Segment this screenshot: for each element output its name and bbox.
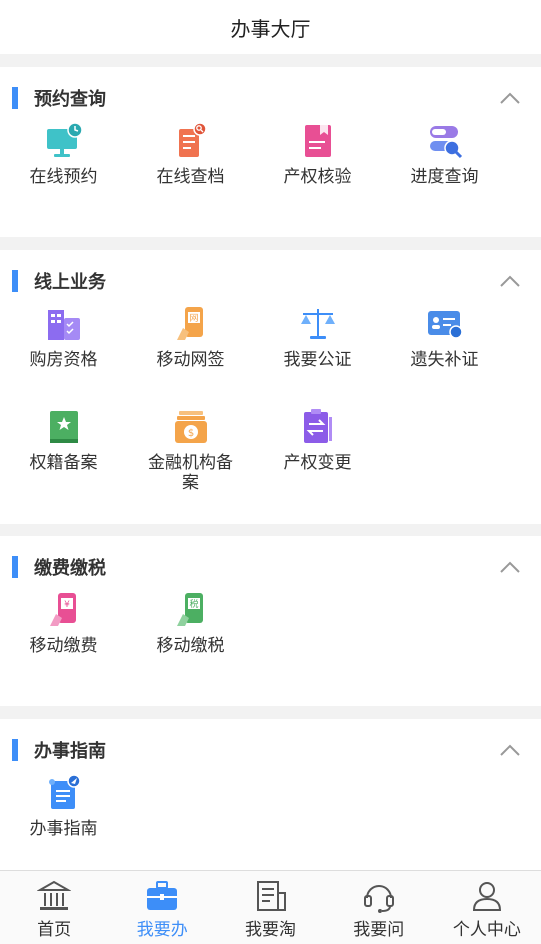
service-item-mobile-payment[interactable]: ¥ 移动缴费 (0, 590, 127, 693)
service-item-label: 移动缴费 (29, 636, 98, 655)
nav-label: 我要问 (353, 920, 405, 939)
transfer-doc-icon (303, 409, 332, 443)
section-header[interactable]: 办事指南 (0, 719, 541, 779)
nav-item-home[interactable]: 首页 (0, 871, 108, 944)
nav-label: 首页 (37, 920, 72, 939)
service-item-financial-filing[interactable]: $ 金融机构备案 (127, 407, 254, 510)
section-title: 办事指南 (34, 741, 106, 761)
service-item-label: 遗失补证 (410, 350, 479, 369)
page-header: 办事大厅 (0, 0, 541, 54)
nav-item-handle[interactable]: 我要办 (108, 871, 216, 944)
section-title: 线上业务 (34, 272, 106, 292)
service-item-online-appointment[interactable]: 在线预约 (0, 121, 127, 224)
svg-text:$: $ (187, 428, 193, 439)
service-item-label: 我要公证 (283, 350, 352, 369)
section-fees-taxes: 缴费缴税 ¥ 移动缴费 税 移动缴税 (0, 536, 541, 706)
service-item-notarization[interactable]: 我要公证 (254, 304, 381, 407)
service-item-label: 移动网签 (156, 350, 225, 369)
section-accent-bar (12, 87, 18, 109)
service-item-guide[interactable]: 办事指南 (0, 773, 127, 876)
section-accent-bar (12, 556, 18, 578)
coin-box-icon: $ (174, 411, 207, 443)
service-item-label: 办事指南 (29, 819, 98, 838)
service-item-online-archive[interactable]: 在线查档 (127, 121, 254, 224)
service-item-label: 进度查询 (410, 167, 479, 186)
briefcase-icon (147, 881, 178, 910)
service-item-mobile-sign[interactable]: 网 移动网签 (127, 304, 254, 407)
section-online-business: 线上业务 购房资格 网 移动网签 我要公证 遗失补证 权籍备案 $ 金融机构备案… (0, 250, 541, 524)
news-icon (256, 881, 286, 911)
scales-icon (300, 309, 335, 339)
service-item-label: 金融机构备案 (148, 453, 233, 492)
service-item-label: 产权核验 (283, 167, 352, 186)
document-search-icon (178, 122, 207, 157)
nav-item-browse[interactable]: 我要淘 (216, 871, 324, 944)
progress-search-icon (429, 126, 462, 159)
chevron-up-icon[interactable] (499, 560, 521, 574)
chevron-up-icon[interactable] (499, 91, 521, 105)
service-item-mobile-tax[interactable]: 税 移动缴税 (127, 590, 254, 693)
section-accent-bar (12, 270, 18, 292)
headset-icon (363, 885, 394, 913)
service-item-purchase-qualification[interactable]: 购房资格 (0, 304, 127, 407)
section-header[interactable]: 线上业务 (0, 250, 541, 310)
service-item-property-change[interactable]: 产权变更 (254, 407, 381, 510)
chevron-up-icon[interactable] (499, 274, 521, 288)
section-accent-bar (12, 739, 18, 761)
monitor-clock-icon (46, 122, 83, 157)
service-item-label: 在线预约 (29, 167, 98, 186)
section-header[interactable]: 缴费缴税 (0, 536, 541, 596)
mobile-tax-icon: 税 (176, 593, 203, 626)
service-item-lost-reissue[interactable]: 遗失补证 (381, 304, 508, 407)
section-title: 预约查询 (34, 89, 106, 109)
star-book-icon (49, 411, 78, 443)
service-item-ownership-filing[interactable]: 权籍备案 (0, 407, 127, 510)
svg-text:网: 网 (189, 313, 198, 324)
building-checklist-icon (47, 310, 80, 340)
section-header[interactable]: 预约查询 (0, 67, 541, 127)
service-item-label: 权籍备案 (29, 453, 98, 472)
chevron-up-icon[interactable] (499, 743, 521, 757)
nav-label: 个人中心 (452, 920, 521, 939)
svg-text:¥: ¥ (64, 600, 70, 610)
mobile-pay-icon: ¥ (49, 593, 76, 626)
section-appointment-query: 预约查询 在线预约 在线查档 产权核验 进度查询 (0, 67, 541, 237)
service-item-property-verify[interactable]: 产权核验 (254, 121, 381, 224)
nav-label: 我要淘 (245, 920, 296, 939)
nav-item-ask[interactable]: 我要问 (325, 871, 433, 944)
bookmark-doc-icon (304, 125, 331, 157)
id-card-icon (427, 311, 463, 339)
service-item-label: 移动缴税 (156, 636, 225, 655)
mobile-sign-icon: 网 (176, 307, 203, 340)
nav-label: 我要办 (136, 920, 188, 939)
bottom-nav: 首页 我要办 我要淘 我要问 个人中心 (0, 870, 541, 944)
section-service-guide: 办事指南 办事指南 (0, 719, 541, 870)
svg-text:税: 税 (189, 598, 198, 610)
service-item-label: 在线查档 (156, 167, 225, 186)
service-item-label: 购房资格 (29, 350, 98, 369)
bank-icon (37, 880, 72, 910)
nav-item-profile[interactable]: 个人中心 (433, 871, 541, 944)
service-item-label: 产权变更 (283, 453, 352, 472)
service-item-progress-query[interactable]: 进度查询 (381, 121, 508, 224)
section-title: 缴费缴税 (34, 558, 106, 578)
user-icon (472, 882, 501, 911)
page-title: 办事大厅 (230, 18, 311, 41)
guide-scroll-icon (48, 774, 81, 809)
